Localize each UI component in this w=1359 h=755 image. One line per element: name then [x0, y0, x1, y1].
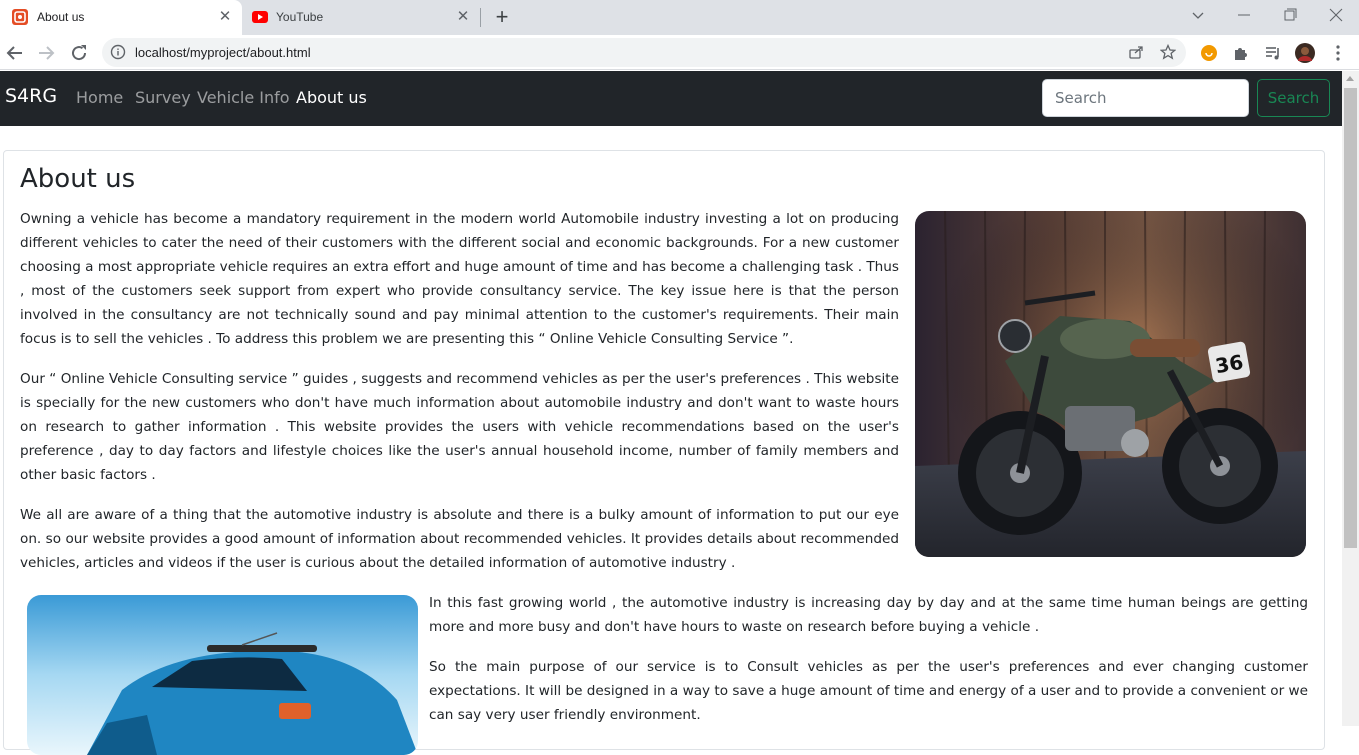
- browser-tab-strip: About us ✕ YouTube ✕ +: [0, 0, 1359, 35]
- info-icon[interactable]: [110, 44, 126, 60]
- motorcycle-image: 36: [915, 211, 1306, 557]
- car-image: [27, 595, 418, 755]
- about-paragraph: We all are aware of a thing that the aut…: [20, 507, 899, 571]
- url-text[interactable]: localhost/myproject/about.html: [135, 45, 311, 60]
- scroll-up-arrow-icon[interactable]: [1346, 76, 1354, 81]
- back-icon[interactable]: [3, 41, 27, 65]
- browser-toolbar: localhost/myproject/about.html: [0, 35, 1359, 70]
- about-paragraph: In this fast growing world , the automot…: [429, 595, 1308, 635]
- nav-link-about-us[interactable]: About us: [296, 88, 367, 107]
- tab-youtube[interactable]: YouTube ✕: [242, 0, 480, 35]
- brand-logo[interactable]: S4RG: [5, 85, 57, 107]
- about-paragraph: Our “ Online Vehicle Consulting service …: [20, 371, 899, 483]
- extension-avatar-icon[interactable]: [1199, 43, 1219, 63]
- restore-icon[interactable]: [1278, 5, 1302, 25]
- close-icon[interactable]: ✕: [454, 8, 472, 26]
- nav-link-vehicle-info[interactable]: Vehicle Info: [197, 88, 290, 107]
- number-plate-text: 36: [1213, 350, 1245, 378]
- nav-link-home[interactable]: Home: [76, 88, 123, 107]
- about-paragraph: So the main purpose of our service is to…: [429, 659, 1308, 723]
- page-title: About us: [20, 164, 136, 194]
- profile-avatar[interactable]: [1295, 43, 1315, 63]
- new-tab-icon[interactable]: +: [491, 6, 513, 28]
- media-playlist-icon[interactable]: [1263, 43, 1283, 63]
- tab-about-us[interactable]: About us ✕: [0, 0, 242, 35]
- share-icon[interactable]: [1128, 44, 1144, 60]
- forward-icon[interactable]: [34, 41, 58, 65]
- site-navbar: S4RG Home Survey Vehicle Info About us S…: [0, 71, 1342, 126]
- tab-separator: [480, 8, 481, 27]
- search-input[interactable]: Search: [1042, 79, 1249, 117]
- address-bar[interactable]: localhost/myproject/about.html: [102, 38, 1186, 67]
- youtube-icon: [252, 11, 268, 23]
- about-paragraph: Owning a vehicle has become a mandatory …: [20, 211, 899, 347]
- minimize-icon[interactable]: [1232, 5, 1256, 25]
- bookmark-star-icon[interactable]: [1160, 44, 1176, 60]
- tab-title: YouTube: [276, 10, 324, 24]
- reload-icon[interactable]: [67, 41, 91, 65]
- search-button[interactable]: Search: [1257, 79, 1330, 117]
- nav-link-survey[interactable]: Survey: [135, 88, 191, 107]
- scrollbar-thumb[interactable]: [1344, 88, 1357, 548]
- tab-title: About us: [37, 10, 85, 24]
- page-scrollbar[interactable]: [1342, 71, 1359, 726]
- tab-search-icon[interactable]: [1186, 5, 1210, 25]
- close-icon[interactable]: ✕: [216, 8, 234, 26]
- close-window-icon[interactable]: [1324, 5, 1348, 25]
- browser-menu-icon[interactable]: [1328, 43, 1348, 63]
- extensions-puzzle-icon[interactable]: [1231, 43, 1251, 63]
- html5-icon: [12, 9, 28, 25]
